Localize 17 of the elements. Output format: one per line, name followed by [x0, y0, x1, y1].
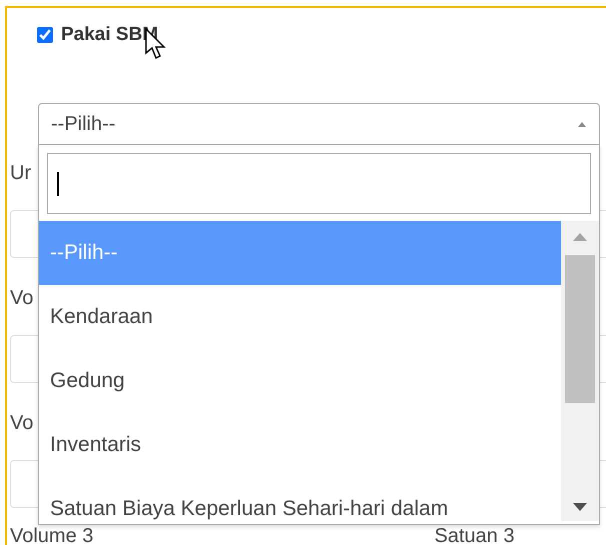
- scroll-up-icon[interactable]: [573, 233, 587, 241]
- scrollbar[interactable]: [561, 221, 599, 521]
- text-cursor: [57, 172, 59, 196]
- checkbox[interactable]: [37, 27, 53, 43]
- search-field[interactable]: [47, 153, 591, 214]
- field-label: Ur: [10, 161, 32, 185]
- select-field[interactable]: --Pilih--: [38, 103, 600, 145]
- scroll-down-icon[interactable]: [573, 503, 587, 511]
- dropdown-option[interactable]: Satuan Biaya Keperluan Sehari-hari dalam: [39, 477, 561, 524]
- dropdown-option[interactable]: Gedung: [39, 349, 561, 413]
- field-label: Vo: [10, 286, 34, 310]
- dropdown-option[interactable]: Inventaris: [39, 413, 561, 477]
- scrollbar-thumb[interactable]: [565, 255, 595, 403]
- field-label: Volume 3: [10, 525, 94, 545]
- field-label: Vo: [10, 411, 34, 435]
- dropdown-option[interactable]: Kendaraan: [39, 285, 561, 349]
- field-label: Satuan 3: [434, 525, 514, 545]
